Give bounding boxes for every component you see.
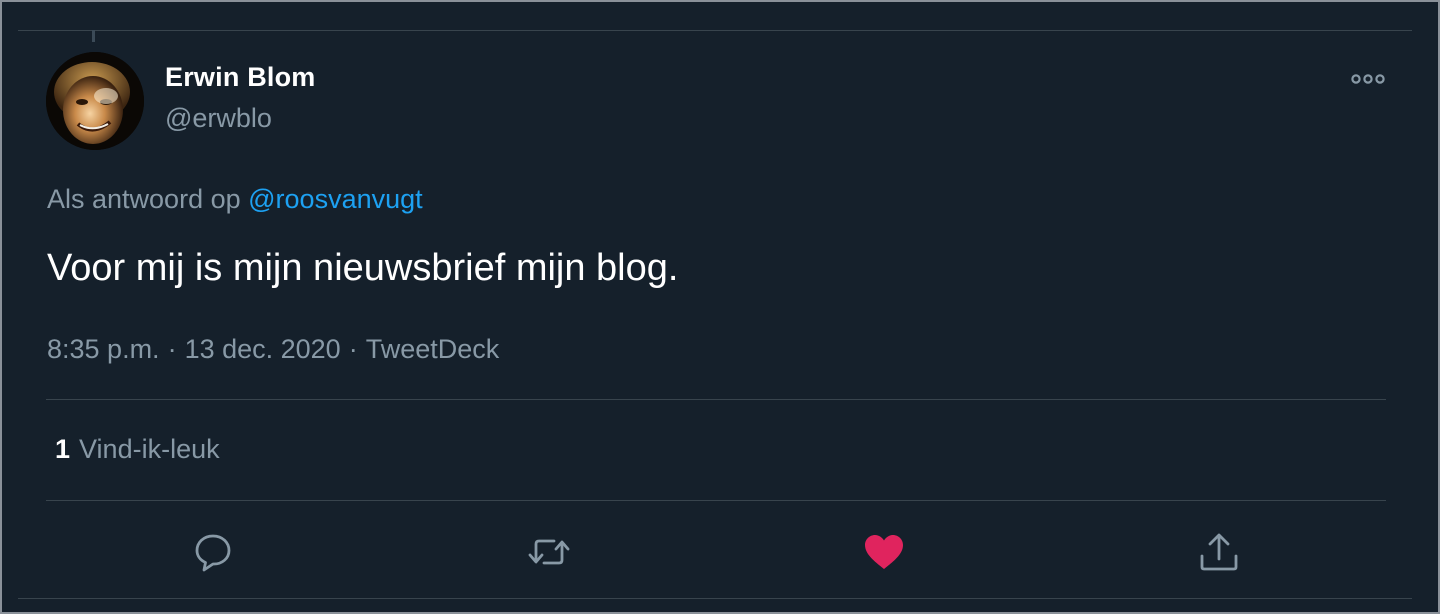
- reply-context: Als antwoord op @roosvanvugt: [47, 184, 423, 215]
- retweet-arrows-icon: [528, 539, 570, 565]
- tweet-time[interactable]: 8:35 p.m.: [47, 334, 160, 364]
- tweet-text: Voor mij is mijn nieuwsbrief mijn blog.: [47, 247, 679, 289]
- avatar-photo: [46, 52, 144, 150]
- tweet-card: Erwin Blom @erwblo Als antwoord op @roos…: [0, 0, 1440, 614]
- speech-bubble-icon: [195, 534, 231, 572]
- reply-mention-link[interactable]: @roosvanvugt: [248, 184, 423, 214]
- top-divider: [18, 30, 1412, 31]
- reply-prefix: Als antwoord op: [47, 184, 241, 214]
- heart-icon: [865, 535, 903, 569]
- tweet-source[interactable]: TweetDeck: [366, 334, 500, 364]
- retweet-button[interactable]: [527, 530, 571, 574]
- bottom-divider: [18, 598, 1412, 599]
- more-options-icon[interactable]: [1348, 66, 1388, 92]
- avatar[interactable]: [46, 52, 144, 150]
- reply-button[interactable]: [191, 530, 235, 574]
- likes-label: Vind-ik-leuk: [79, 434, 220, 464]
- author-handle[interactable]: @erwblo: [165, 103, 272, 134]
- like-button[interactable]: [862, 530, 906, 574]
- share-button[interactable]: [1197, 530, 1241, 574]
- stats-bottom-divider: [46, 500, 1386, 501]
- likes-count: 1: [55, 434, 71, 464]
- meta-separator: ·: [348, 334, 358, 364]
- share-upload-icon: [1200, 533, 1238, 571]
- likes-stat[interactable]: 1 Vind-ik-leuk: [55, 434, 220, 465]
- author-name[interactable]: Erwin Blom: [165, 62, 316, 93]
- tweet-meta: 8:35 p.m. · 13 dec. 2020 · TweetDeck: [47, 334, 499, 365]
- tweet-date[interactable]: 13 dec. 2020: [185, 334, 341, 364]
- stats-top-divider: [46, 399, 1386, 400]
- meta-separator: ·: [167, 334, 177, 364]
- thread-connector: [92, 30, 95, 42]
